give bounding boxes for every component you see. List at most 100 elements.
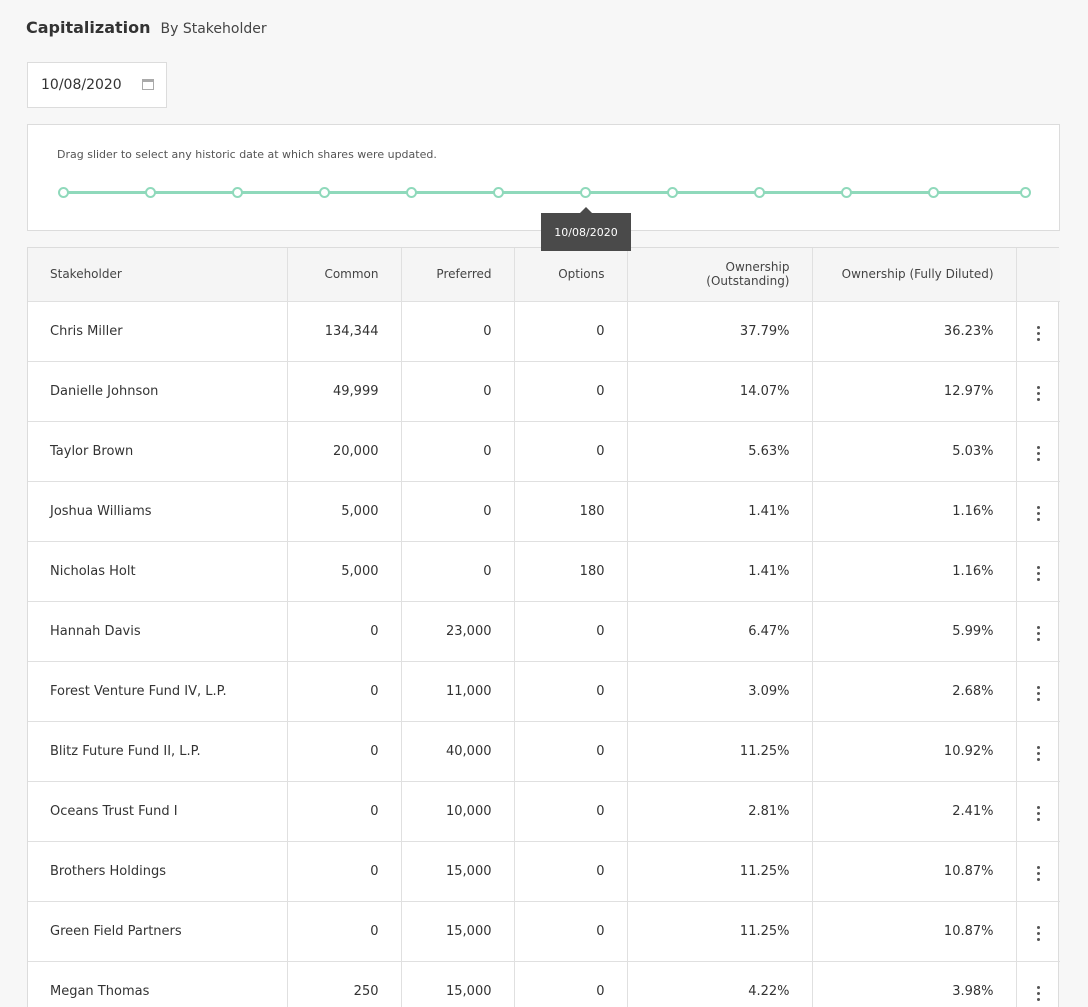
page-header: Capitalization By Stakeholder xyxy=(26,18,267,37)
more-vertical-icon[interactable] xyxy=(1033,682,1044,705)
options-cell: 0 xyxy=(514,841,628,902)
common-cell: 20,000 xyxy=(287,421,402,482)
preferred-cell: 15,000 xyxy=(401,961,515,1007)
row-actions-cell xyxy=(1016,841,1060,902)
slider-stop[interactable] xyxy=(841,187,852,198)
column-header-common[interactable]: Common xyxy=(287,248,402,302)
options-cell: 0 xyxy=(514,781,628,842)
more-vertical-icon[interactable] xyxy=(1033,922,1044,945)
options-cell: 180 xyxy=(514,481,628,542)
row-actions-cell xyxy=(1016,721,1060,782)
more-vertical-icon[interactable] xyxy=(1033,802,1044,825)
row-actions-cell xyxy=(1016,601,1060,662)
more-vertical-icon[interactable] xyxy=(1033,742,1044,765)
stakeholder-name: Joshua Williams xyxy=(28,481,288,542)
preferred-cell: 0 xyxy=(401,541,515,602)
column-header-preferred[interactable]: Preferred xyxy=(401,248,515,302)
common-cell: 0 xyxy=(287,781,402,842)
ownership-diluted-cell: 36.23% xyxy=(812,301,1017,362)
ownership-diluted-cell: 10.87% xyxy=(812,901,1017,962)
calendar-icon[interactable] xyxy=(142,79,154,90)
ownership-outstanding-cell: 11.25% xyxy=(627,721,813,782)
stakeholder-name: Taylor Brown xyxy=(28,421,288,482)
ownership-outstanding-cell: 14.07% xyxy=(627,361,813,422)
slider-stop[interactable] xyxy=(145,187,156,198)
slider-stop[interactable] xyxy=(928,187,939,198)
table-row: Danielle Johnson 49,999 0 0 14.07% 12.97% xyxy=(28,361,1060,422)
stakeholder-name: Chris Miller xyxy=(28,301,288,362)
slider-stop[interactable] xyxy=(406,187,417,198)
stakeholder-name: Nicholas Holt xyxy=(28,541,288,602)
stakeholder-name: Green Field Partners xyxy=(28,901,288,962)
ownership-outstanding-cell: 1.41% xyxy=(627,541,813,602)
slider-stop[interactable] xyxy=(667,187,678,198)
date-picker-field[interactable]: 10/08/2020 xyxy=(27,62,167,108)
preferred-cell: 0 xyxy=(401,361,515,422)
common-cell: 49,999 xyxy=(287,361,402,422)
slider-stop[interactable] xyxy=(319,187,330,198)
slider-stop[interactable] xyxy=(58,187,69,198)
more-vertical-icon[interactable] xyxy=(1033,322,1044,345)
options-cell: 0 xyxy=(514,361,628,422)
ownership-outstanding-cell: 1.41% xyxy=(627,481,813,542)
more-vertical-icon[interactable] xyxy=(1033,982,1044,1005)
stakeholder-name: Blitz Future Fund II, L.P. xyxy=(28,721,288,782)
common-cell: 0 xyxy=(287,901,402,962)
row-actions-cell xyxy=(1016,901,1060,962)
more-vertical-icon[interactable] xyxy=(1033,562,1044,585)
more-vertical-icon[interactable] xyxy=(1033,862,1044,885)
stakeholder-name: Hannah Davis xyxy=(28,601,288,662)
slider-handle-selected[interactable] xyxy=(580,187,591,198)
slider-hint: Drag slider to select any historic date … xyxy=(57,148,437,161)
common-cell: 134,344 xyxy=(287,301,402,362)
preferred-cell: 15,000 xyxy=(401,901,515,962)
ownership-outstanding-cell: 11.25% xyxy=(627,841,813,902)
table-row: Hannah Davis 0 23,000 0 6.47% 5.99% xyxy=(28,601,1060,662)
stakeholder-name: Oceans Trust Fund I xyxy=(28,781,288,842)
options-cell: 0 xyxy=(514,421,628,482)
table-row: Oceans Trust Fund I 0 10,000 0 2.81% 2.41% xyxy=(28,781,1060,842)
table-header-row: Stakeholder Common Preferred Options Own… xyxy=(28,248,1060,302)
ownership-diluted-cell: 12.97% xyxy=(812,361,1017,422)
row-actions-cell xyxy=(1016,961,1060,1007)
column-header-ownership-fully-diluted[interactable]: Ownership (Fully Diluted) xyxy=(812,248,1017,302)
more-vertical-icon[interactable] xyxy=(1033,382,1044,405)
stakeholder-name: Danielle Johnson xyxy=(28,361,288,422)
ownership-diluted-cell: 5.03% xyxy=(812,421,1017,482)
column-header-stakeholder[interactable]: Stakeholder xyxy=(28,248,288,302)
ownership-outstanding-cell: 3.09% xyxy=(627,661,813,722)
preferred-cell: 10,000 xyxy=(401,781,515,842)
more-vertical-icon[interactable] xyxy=(1033,502,1044,525)
common-cell: 0 xyxy=(287,721,402,782)
column-header-options[interactable]: Options xyxy=(514,248,628,302)
slider-stop[interactable] xyxy=(754,187,765,198)
preferred-cell: 11,000 xyxy=(401,661,515,722)
common-cell: 5,000 xyxy=(287,541,402,602)
common-cell: 5,000 xyxy=(287,481,402,542)
ownership-diluted-cell: 2.41% xyxy=(812,781,1017,842)
column-header-ownership-outstanding[interactable]: Ownership (Outstanding) xyxy=(627,248,813,302)
table-row: Forest Venture Fund IV, L.P. 0 11,000 0 3.09… xyxy=(28,661,1060,722)
table-row: Joshua Williams 5,000 0 180 1.41% 1.16% xyxy=(28,481,1060,542)
row-actions-cell xyxy=(1016,421,1060,482)
more-vertical-icon[interactable] xyxy=(1033,442,1044,465)
preferred-cell: 15,000 xyxy=(401,841,515,902)
ownership-outstanding-cell: 4.22% xyxy=(627,961,813,1007)
stakeholder-name: Brothers Holdings xyxy=(28,841,288,902)
date-picker-value: 10/08/2020 xyxy=(41,77,122,93)
ownership-outstanding-cell: 11.25% xyxy=(627,901,813,962)
ownership-outstanding-cell: 2.81% xyxy=(627,781,813,842)
preferred-cell: 0 xyxy=(401,301,515,362)
row-actions-cell xyxy=(1016,361,1060,422)
ownership-outstanding-cell: 6.47% xyxy=(627,601,813,662)
slider-stop[interactable] xyxy=(232,187,243,198)
slider-stop[interactable] xyxy=(1020,187,1031,198)
ownership-diluted-cell: 2.68% xyxy=(812,661,1017,722)
more-vertical-icon[interactable] xyxy=(1033,622,1044,645)
ownership-diluted-cell: 3.98% xyxy=(812,961,1017,1007)
slider-track[interactable] xyxy=(63,191,1026,194)
slider-stop[interactable] xyxy=(493,187,504,198)
slider-tooltip: 10/08/2020 xyxy=(541,207,631,251)
row-actions-cell xyxy=(1016,781,1060,842)
ownership-outstanding-cell: 37.79% xyxy=(627,301,813,362)
